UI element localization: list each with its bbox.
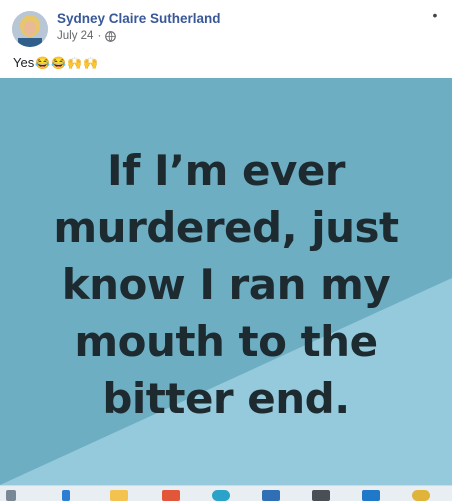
post-caption: Yes 😂 😂 🙌 🙌 bbox=[13, 55, 98, 70]
raised-hands-emoji: 🙌 bbox=[67, 55, 83, 70]
quote-line: If I’m ever bbox=[106, 146, 346, 195]
mail-icon[interactable] bbox=[362, 490, 380, 501]
more-options-icon[interactable]: • bbox=[430, 8, 440, 22]
quote-line: mouth to the bbox=[74, 317, 378, 366]
edge-icon[interactable] bbox=[212, 490, 230, 501]
office-icon[interactable] bbox=[162, 490, 180, 501]
post-header: Sydney Claire Sutherland July 24 · • bbox=[0, 0, 452, 52]
raised-hands-emoji: 🙌 bbox=[83, 55, 99, 70]
start-icon[interactable] bbox=[62, 490, 70, 501]
quote-line: know I ran my bbox=[61, 260, 391, 309]
post-image[interactable]: If I’m ever murdered, just know I ran my… bbox=[0, 78, 452, 485]
globe-icon[interactable] bbox=[105, 30, 117, 42]
quote-text: If I’m ever murdered, just know I ran my… bbox=[0, 142, 452, 427]
chrome-icon[interactable] bbox=[412, 490, 430, 501]
quote-line: murdered, just bbox=[53, 203, 399, 252]
laughing-emoji: 😂 bbox=[35, 55, 51, 70]
avatar[interactable] bbox=[12, 11, 48, 47]
files-icon[interactable] bbox=[110, 490, 128, 501]
search-icon[interactable] bbox=[6, 490, 16, 501]
meta-separator: · bbox=[97, 30, 102, 42]
quote-line: bitter end. bbox=[102, 374, 350, 423]
laughing-emoji: 😂 bbox=[51, 55, 67, 70]
taskbar bbox=[0, 485, 452, 501]
post-date[interactable]: July 24 bbox=[57, 30, 93, 42]
caption-text: Yes bbox=[13, 55, 35, 70]
post-meta: July 24 · bbox=[57, 30, 117, 42]
author-name[interactable]: Sydney Claire Sutherland bbox=[57, 11, 221, 26]
briefcase-icon[interactable] bbox=[312, 490, 330, 501]
avatar-photo bbox=[12, 11, 48, 47]
store-icon[interactable] bbox=[262, 490, 280, 501]
